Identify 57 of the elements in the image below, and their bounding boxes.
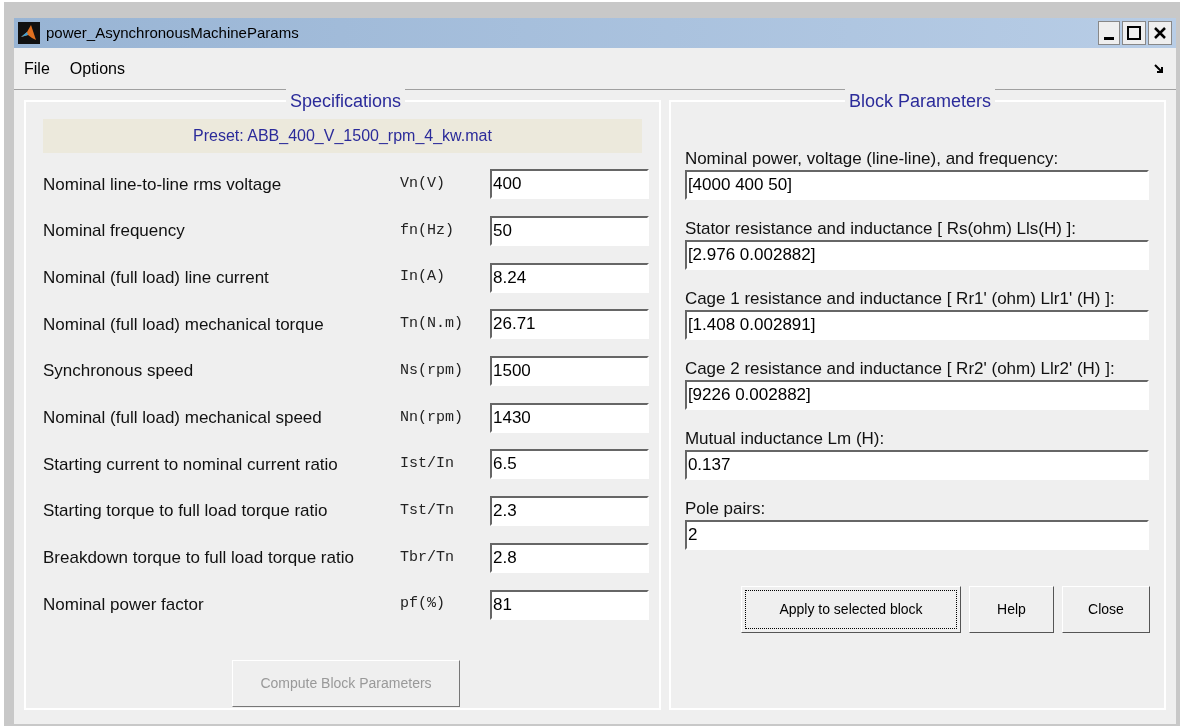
maximize-icon: [1127, 26, 1141, 40]
value-field[interactable]: 81: [490, 589, 649, 620]
symbol-label: Ist/In: [400, 454, 455, 475]
field-label: Nominal (full load) line current: [43, 266, 270, 289]
field-label: Nominal (full load) mechanical torque: [43, 313, 325, 336]
value-field[interactable]: 2: [684, 520, 1149, 550]
menu-item[interactable]: File: [24, 56, 50, 81]
value-field[interactable]: 0.137: [684, 450, 1149, 480]
value-field[interactable]: 1500: [490, 356, 649, 387]
field-label: Mutual inductance Lm (H):: [684, 428, 886, 450]
symbol-label: In(A): [400, 267, 446, 288]
value-field[interactable]: [4000 400 50]: [684, 170, 1149, 200]
field-label: Nominal (full load) mechanical speed: [43, 407, 323, 430]
value-field[interactable]: 50: [490, 216, 649, 247]
maximize-button[interactable]: [1122, 21, 1146, 45]
window-title: power_AsynchronousMachineParams: [46, 22, 299, 43]
value-field[interactable]: [2.976 0.002882]: [684, 240, 1149, 270]
value-field[interactable]: 2.8: [490, 542, 649, 573]
value-field[interactable]: 2.3: [490, 496, 649, 527]
field-label: Starting torque to full load torque ratio: [43, 500, 329, 523]
symbol-label: Tbr/Tn: [400, 547, 455, 568]
field-label: Cage 1 resistance and inductance [ Rr1' (ohm) Llr1' (H) ]:: [684, 288, 1116, 310]
field-label: Nominal frequency: [43, 220, 186, 243]
value-field[interactable]: 1430: [490, 402, 649, 433]
action-button[interactable]: Help: [969, 586, 1054, 633]
symbol-label: Nn(rpm): [400, 407, 464, 428]
symbol-label: fn(Hz): [400, 220, 455, 241]
app-icon: [18, 22, 40, 44]
field-label: Nominal power, voltage (line-line), and frequency:: [684, 148, 1060, 170]
field-label: Pole pairs:: [684, 498, 767, 520]
symbol-label: pf(%): [400, 594, 446, 615]
field-label: Synchronous speed: [43, 360, 195, 383]
close-icon: [1153, 26, 1167, 40]
dock-arrow-icon: [1154, 63, 1164, 74]
field-label: Stator resistance and inductance [ Rs(ohm) Lls(H) ]:: [684, 218, 1078, 240]
value-field[interactable]: 6.5: [490, 449, 649, 480]
value-field[interactable]: 8.24: [490, 262, 649, 293]
value-field[interactable]: [9226 0.002882]: [684, 380, 1149, 410]
action-button[interactable]: Apply to selected block: [741, 586, 961, 633]
field-label: Nominal power factor: [43, 593, 205, 616]
symbol-label: Tst/Tn: [400, 500, 455, 521]
field-label: Breakdown torque to full load torque ratio: [43, 547, 355, 570]
field-label: Nominal line-to-line rms voltage: [43, 173, 283, 196]
minimize-button[interactable]: [1098, 21, 1120, 45]
symbol-label: Vn(V): [400, 174, 446, 195]
value-field[interactable]: [1.408 0.002891]: [684, 310, 1149, 340]
symbol-label: Ns(rpm): [400, 360, 464, 381]
value-field[interactable]: 400: [490, 169, 649, 200]
preset-label: Preset: ABB_400_V_1500_rpm_4_kw.mat: [43, 119, 642, 153]
value-field[interactable]: 26.71: [490, 309, 649, 340]
minimize-icon: [1104, 37, 1114, 40]
field-label: Cage 2 resistance and inductance [ Rr2' (ohm) Llr2' (H) ]:: [684, 358, 1116, 380]
action-button[interactable]: Close: [1062, 586, 1150, 633]
menu-item[interactable]: Options: [69, 56, 125, 81]
symbol-label: Tn(N.m): [400, 314, 464, 335]
field-label: Starting current to nominal current ratio: [43, 453, 339, 476]
close-button[interactable]: [1148, 21, 1172, 45]
